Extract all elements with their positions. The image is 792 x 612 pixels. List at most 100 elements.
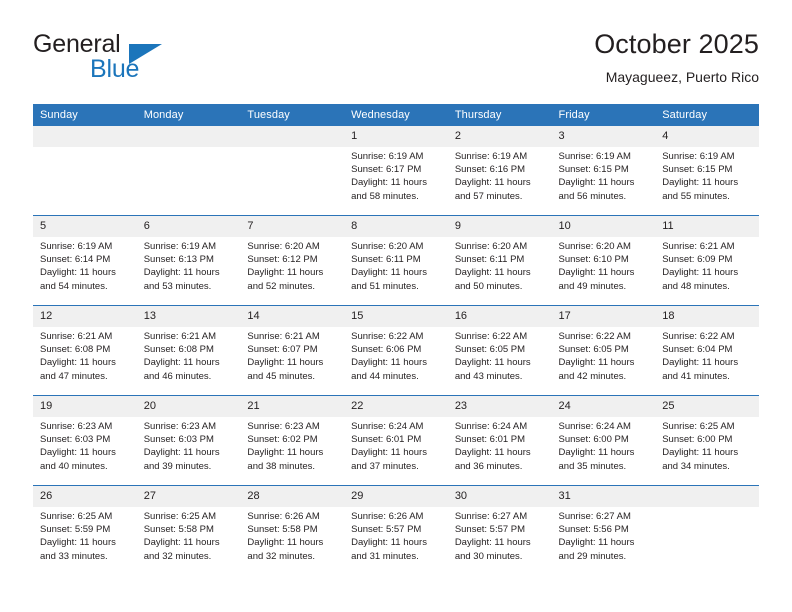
day-number: 23 — [447, 396, 552, 417]
daylight-text-line2: and 55 minutes. — [662, 190, 730, 202]
day-details: Sunrise: 6:19 AM Sunset: 6:16 PM Daylight:… — [448, 147, 552, 203]
sunset-text: Sunset: 6:17 PM — [351, 164, 422, 176]
sunrise-text: Sunrise: 6:23 AM — [143, 421, 217, 432]
day-details: Sunrise: 6:19 AM Sunset: 6:13 PM Daylight:… — [137, 237, 241, 293]
calendar-day-cell[interactable]: 10 Sunrise: 6:20 AM Sunset: 6:10 PM Dayligh… — [551, 215, 656, 306]
calendar-day-cell-empty — [655, 485, 759, 575]
calendar-day-cell[interactable]: 15 Sunrise: 6:22 AM Sunset: 6:06 PM Dayligh… — [344, 305, 448, 396]
daylight-text-line2: and 54 minutes. — [40, 280, 108, 292]
daylight-text-line2: and 53 minutes. — [143, 280, 212, 292]
calendar-day-cell[interactable]: 16 Sunrise: 6:22 AM Sunset: 6:05 PM Dayligh… — [447, 305, 552, 396]
daylight-text-line2: and 57 minutes. — [454, 190, 523, 202]
day-number: 11 — [655, 216, 759, 237]
day-details: Sunrise: 6:22 AM Sunset: 6:05 PM Daylight:… — [552, 327, 656, 383]
day-number: 6 — [136, 216, 241, 237]
calendar-day-cell[interactable]: 31 Sunrise: 6:27 AM Sunset: 5:56 PM Dayligh… — [551, 485, 656, 575]
daylight-text-line1: Daylight: 11 hours — [351, 447, 427, 459]
sunrise-text: Sunrise: 6:22 AM — [662, 331, 735, 342]
calendar-day-cell[interactable]: 29 Sunrise: 6:26 AM Sunset: 5:57 PM Dayligh… — [344, 485, 448, 575]
sunset-text: Sunset: 5:58 PM — [247, 524, 318, 536]
sunrise-text: Sunrise: 6:19 AM — [558, 151, 631, 162]
daylight-text-line1: Daylight: 11 hours — [662, 447, 739, 459]
calendar-day-cell[interactable]: 7 Sunrise: 6:20 AM Sunset: 6:12 PM Daylight… — [240, 215, 345, 306]
daylight-text-line1: Daylight: 11 hours — [454, 267, 531, 279]
sunrise-text: Sunrise: 6:19 AM — [40, 241, 113, 252]
daylight-text-line1: Daylight: 11 hours — [351, 177, 427, 189]
calendar-day-cell[interactable]: 26 Sunrise: 6:25 AM Sunset: 5:59 PM Dayligh… — [33, 485, 137, 575]
page-subtitle: Mayagueez, Puerto Rico — [605, 69, 759, 85]
daylight-text-line2: and 52 minutes. — [247, 280, 316, 292]
sunrise-text: Sunrise: 6:23 AM — [247, 421, 320, 432]
calendar-day-cell[interactable]: 27 Sunrise: 6:25 AM Sunset: 5:58 PM Dayligh… — [136, 485, 241, 575]
calendar-day-cell[interactable]: 2 Sunrise: 6:19 AM Sunset: 6:16 PM Daylight… — [447, 126, 552, 216]
day-details: Sunrise: 6:26 AM Sunset: 5:58 PM Daylight:… — [240, 507, 344, 563]
calendar-day-cell[interactable]: 17 Sunrise: 6:22 AM Sunset: 6:05 PM Dayligh… — [551, 305, 656, 396]
daylight-text-line1: Daylight: 11 hours — [351, 357, 427, 369]
sunrise-text: Sunrise: 6:27 AM — [558, 511, 631, 522]
sunrise-text: Sunrise: 6:25 AM — [40, 511, 113, 522]
day-number: 28 — [240, 486, 345, 507]
sunset-text: Sunset: 6:15 PM — [662, 164, 733, 176]
calendar-day-cell[interactable]: 24 Sunrise: 6:24 AM Sunset: 6:00 PM Dayligh… — [551, 395, 656, 486]
day-details: Sunrise: 6:21 AM Sunset: 6:08 PM Daylight:… — [33, 327, 137, 383]
calendar-day-cell[interactable]: 12 Sunrise: 6:21 AM Sunset: 6:08 PM Dayligh… — [33, 305, 137, 396]
sunrise-text: Sunrise: 6:24 AM — [454, 421, 528, 432]
calendar-day-cell[interactable]: 5 Sunrise: 6:19 AM Sunset: 6:14 PM Daylight… — [33, 215, 137, 306]
calendar-day-cell[interactable]: 18 Sunrise: 6:22 AM Sunset: 6:04 PM Dayligh… — [655, 305, 759, 396]
sunset-text: Sunset: 6:00 PM — [662, 434, 733, 446]
calendar-day-cell[interactable]: 9 Sunrise: 6:20 AM Sunset: 6:11 PM Daylight… — [447, 215, 552, 306]
sunset-text: Sunset: 6:14 PM — [40, 254, 111, 266]
daylight-text-line1: Daylight: 11 hours — [143, 357, 220, 369]
calendar-day-cell[interactable]: 30 Sunrise: 6:27 AM Sunset: 5:57 PM Dayligh… — [447, 485, 552, 575]
general-blue-logo[interactable]: General Blue — [33, 30, 223, 86]
day-number — [33, 126, 137, 147]
calendar-day-cell-empty — [136, 126, 241, 216]
calendar-day-cell[interactable]: 20 Sunrise: 6:23 AM Sunset: 6:03 PM Dayligh… — [136, 395, 241, 486]
calendar-day-cell[interactable]: 1 Sunrise: 6:19 AM Sunset: 6:17 PM Daylight… — [344, 126, 448, 216]
weekday-header-wednesday: Wednesday — [344, 104, 448, 126]
sunrise-text: Sunrise: 6:21 AM — [662, 241, 735, 252]
sunrise-text: Sunrise: 6:24 AM — [351, 421, 424, 432]
calendar-day-cell[interactable]: 8 Sunrise: 6:20 AM Sunset: 6:11 PM Daylight… — [344, 215, 448, 306]
calendar-day-cell[interactable]: 6 Sunrise: 6:19 AM Sunset: 6:13 PM Daylight… — [136, 215, 241, 306]
calendar-day-cell[interactable]: 22 Sunrise: 6:24 AM Sunset: 6:01 PM Dayligh… — [344, 395, 448, 486]
day-details: Sunrise: 6:19 AM Sunset: 6:15 PM Daylight:… — [552, 147, 656, 203]
daylight-text-line1: Daylight: 11 hours — [558, 537, 635, 549]
day-details: Sunrise: 6:24 AM Sunset: 6:01 PM Daylight:… — [448, 417, 552, 473]
calendar-day-cell[interactable]: 11 Sunrise: 6:21 AM Sunset: 6:09 PM Dayligh… — [655, 215, 759, 306]
sunset-text: Sunset: 6:05 PM — [454, 344, 526, 356]
daylight-text-line1: Daylight: 11 hours — [40, 537, 116, 549]
calendar-day-cell[interactable]: 14 Sunrise: 6:21 AM Sunset: 6:07 PM Dayligh… — [240, 305, 345, 396]
daylight-text-line2: and 50 minutes. — [454, 280, 523, 292]
daylight-text-line2: and 56 minutes. — [558, 190, 627, 202]
daylight-text-line1: Daylight: 11 hours — [454, 537, 531, 549]
calendar-day-cell[interactable]: 23 Sunrise: 6:24 AM Sunset: 6:01 PM Dayligh… — [447, 395, 552, 486]
daylight-text-line1: Daylight: 11 hours — [143, 447, 220, 459]
daylight-text-line1: Daylight: 11 hours — [351, 267, 427, 279]
calendar-day-cell[interactable]: 25 Sunrise: 6:25 AM Sunset: 6:00 PM Dayligh… — [655, 395, 759, 486]
day-number: 13 — [136, 306, 241, 327]
day-number: 1 — [344, 126, 448, 147]
daylight-text-line2: and 30 minutes. — [454, 550, 523, 562]
sunrise-text: Sunrise: 6:20 AM — [351, 241, 424, 252]
daylight-text-line2: and 46 minutes. — [143, 370, 212, 382]
daylight-text-line1: Daylight: 11 hours — [143, 537, 220, 549]
calendar-day-cell[interactable]: 13 Sunrise: 6:21 AM Sunset: 6:08 PM Dayligh… — [136, 305, 241, 396]
calendar-day-cell[interactable]: 4 Sunrise: 6:19 AM Sunset: 6:15 PM Daylight… — [655, 126, 759, 216]
logo-text-blue: Blue — [90, 55, 140, 83]
weekday-header-thursday: Thursday — [447, 104, 552, 126]
weekday-header-sunday: Sunday — [33, 104, 137, 126]
calendar-day-cell[interactable]: 19 Sunrise: 6:23 AM Sunset: 6:03 PM Dayligh… — [33, 395, 137, 486]
day-number: 18 — [655, 306, 759, 327]
calendar-day-cell[interactable]: 21 Sunrise: 6:23 AM Sunset: 6:02 PM Dayligh… — [240, 395, 345, 486]
day-number: 27 — [136, 486, 241, 507]
calendar-day-cell[interactable]: 3 Sunrise: 6:19 AM Sunset: 6:15 PM Daylight… — [551, 126, 656, 216]
calendar-day-cell[interactable]: 28 Sunrise: 6:26 AM Sunset: 5:58 PM Dayligh… — [240, 485, 345, 575]
calendar-page: General Blue October 2025 Mayagueez, Pue… — [0, 0, 792, 612]
sunset-text: Sunset: 6:16 PM — [454, 164, 526, 176]
sunrise-text: Sunrise: 6:19 AM — [454, 151, 528, 162]
daylight-text-line2: and 40 minutes. — [40, 460, 108, 472]
sunrise-text: Sunrise: 6:26 AM — [351, 511, 424, 522]
day-number — [240, 126, 345, 147]
daylight-text-line2: and 36 minutes. — [454, 460, 523, 472]
